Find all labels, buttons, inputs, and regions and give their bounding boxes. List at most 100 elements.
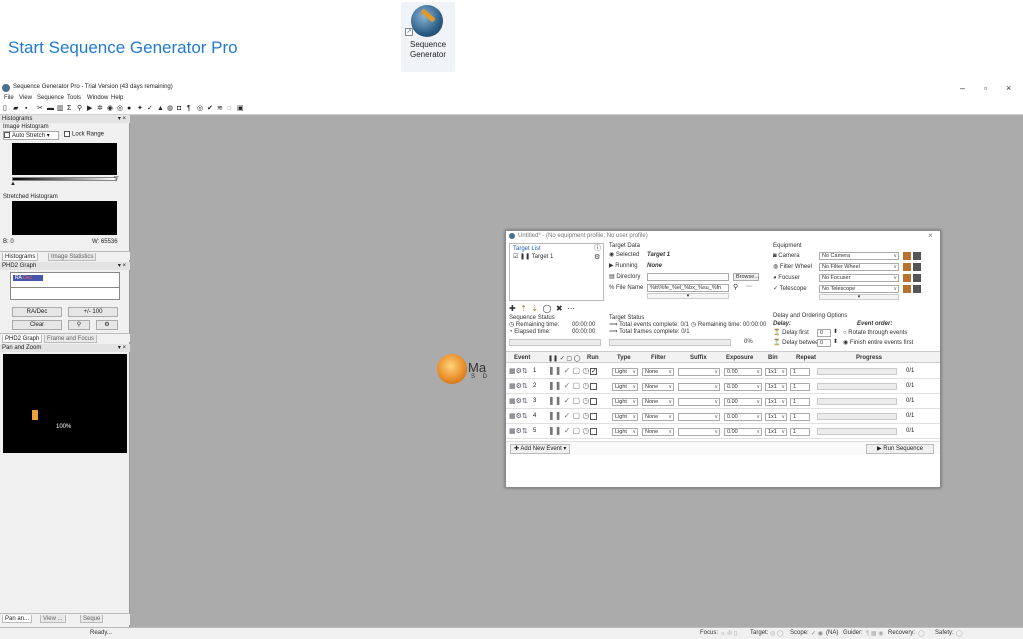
more-target-icon[interactable]: ⋯ <box>567 304 575 313</box>
event-row-icons[interactable]: ▦⚙⇅ <box>509 367 528 375</box>
filter-icon[interactable]: ● <box>127 105 131 113</box>
tab-image-statistics[interactable]: Image Statistics <box>48 253 97 261</box>
rotator-icon[interactable]: ◘ <box>177 105 181 113</box>
tab-phd2-graph[interactable]: PHD2 Graph <box>2 335 43 343</box>
table-row[interactable]: ▦⚙⇅ 1 ❚❚ ✓ ▢ ◷ ✓ Light None 0.00 1x1 1 0… <box>506 364 940 379</box>
move-down-icon[interactable]: ⇣ <box>531 304 538 313</box>
table-row[interactable]: ▦⚙⇅ 4 ❚❚ ✓ ▢ ◷ Light None 0.00 1x1 1 0/1 <box>506 409 940 424</box>
type-select[interactable]: Light <box>612 428 638 436</box>
filter-wheel-settings-icon[interactable] <box>913 263 921 271</box>
add-target-icon[interactable]: ✚ <box>509 304 516 313</box>
type-select[interactable]: Light <box>612 413 638 421</box>
copy-target-icon[interactable]: ◯ <box>542 304 551 313</box>
suffix-select[interactable] <box>678 368 720 376</box>
sequence-generator-desktop-icon[interactable]: ↗ Sequence Generator <box>401 2 455 72</box>
telescope-connect-icon[interactable] <box>903 285 911 293</box>
browse-button[interactable]: Browse... <box>733 273 759 281</box>
lock-range-checkbox[interactable]: Lock Range <box>64 131 104 138</box>
tools-icon[interactable]: ✂ <box>37 105 43 113</box>
event-toggle-icons[interactable]: ❚❚ ✓ ▢ ◷ <box>548 381 589 390</box>
exposure-select[interactable]: 0.00 <box>724 413 762 421</box>
suffix-select[interactable] <box>678 383 720 391</box>
run-sequence-button[interactable]: ▶ Run Sequence <box>866 444 934 454</box>
suffix-select[interactable] <box>678 398 720 406</box>
bin-select[interactable]: 1x1 <box>765 428 787 436</box>
bin-select[interactable]: 1x1 <box>765 368 787 376</box>
filename-more-button[interactable]: ⋯ <box>746 284 752 291</box>
directory-input[interactable] <box>647 273 729 281</box>
camera-settings-icon[interactable] <box>913 252 921 260</box>
repeat-input[interactable]: 1 <box>790 383 810 391</box>
filter-select[interactable]: None <box>642 428 674 436</box>
event-row-icons[interactable]: ▦⚙⇅ <box>509 427 528 435</box>
settings-button[interactable]: ⚙ <box>96 320 118 330</box>
event-toggle-icons[interactable]: ❚❚ ✓ ▢ ◷ <box>548 366 589 375</box>
focuser-connect-icon[interactable] <box>903 274 911 282</box>
menu-window[interactable]: Window <box>87 95 108 101</box>
filter-select[interactable]: None <box>642 398 674 406</box>
type-select[interactable]: Light <box>612 383 638 391</box>
panel-controls[interactable]: ▾ × <box>118 115 126 123</box>
repeat-input[interactable]: 1 <box>790 368 810 376</box>
target-icon[interactable]: ✲ <box>97 105 103 113</box>
add-new-event-button[interactable]: ✚ Add New Event ▾ <box>510 444 571 454</box>
bin-select[interactable]: 1x1 <box>765 413 787 421</box>
chart-icon[interactable]: ▥ <box>57 105 64 113</box>
delete-target-icon[interactable]: ✖ <box>556 304 563 313</box>
exposure-select[interactable]: 0.00 <box>724 368 762 376</box>
finish-events-radio[interactable]: ◉ Finish entire events first <box>843 340 913 347</box>
target-list-item[interactable]: ☑ ❚❚ Target 1 <box>513 254 553 261</box>
tab-frame-and-focus[interactable]: Frame and Focus <box>44 335 98 343</box>
menu-help[interactable]: Help <box>111 95 123 101</box>
focuser-settings-icon[interactable] <box>913 274 921 282</box>
telescope-settings-icon[interactable] <box>913 285 921 293</box>
tab-sequence[interactable]: Seque <box>80 615 104 623</box>
repeat-input[interactable]: 1 <box>790 428 810 436</box>
guide-icon[interactable]: ¶ <box>187 105 191 113</box>
type-select[interactable]: Light <box>612 398 638 406</box>
auto-stretch-dropdown[interactable]: Auto Stretch ▾ <box>3 131 59 140</box>
event-row-icons[interactable]: ▦⚙⇅ <box>509 412 528 420</box>
camera-select[interactable]: No Camera <box>819 252 899 260</box>
delay-between-input[interactable]: 0 <box>817 339 831 347</box>
menu-view[interactable]: View <box>19 95 32 101</box>
suffix-select[interactable] <box>678 428 720 436</box>
bin-select[interactable]: 1x1 <box>765 383 787 391</box>
plate-icon[interactable]: ✦ <box>137 105 143 113</box>
run-checkbox[interactable] <box>590 398 597 405</box>
suffix-select[interactable] <box>678 413 720 421</box>
event-row-icons[interactable]: ▦⚙⇅ <box>509 382 528 390</box>
focuser-select[interactable]: No Focuser <box>819 274 899 282</box>
sigma-icon[interactable]: Σ <box>67 105 71 113</box>
telescope-select[interactable]: No Telescope <box>819 285 899 293</box>
clear-button[interactable]: Clear <box>12 320 62 330</box>
black-point-marker[interactable]: ▲ <box>10 181 16 187</box>
filename-input[interactable]: %tt\%fe_%el_%bx_%su_%fn <box>647 284 729 292</box>
camera-icon[interactable]: ◎ <box>117 105 123 113</box>
table-row[interactable]: ▦⚙⇅ 5 ❚❚ ✓ ▢ ◷ Light None 0.00 1x1 1 0/1 <box>506 424 940 439</box>
equipment-expand[interactable]: ▾ <box>819 294 899 300</box>
safety-icon[interactable]: ✔ <box>207 105 213 113</box>
run-checkbox[interactable] <box>590 428 597 435</box>
type-select[interactable]: Light <box>612 368 638 376</box>
telescope-icon[interactable]: ✓ <box>147 105 153 113</box>
settings-icon[interactable]: ◌ <box>227 105 231 113</box>
filename-pattern-icon[interactable]: ⚲ <box>733 284 738 291</box>
repeat-input[interactable]: 1 <box>790 398 810 406</box>
exposure-select[interactable]: 0.00 <box>724 383 762 391</box>
target-data-expand[interactable]: ▾ <box>647 293 729 299</box>
sequence-close-button[interactable]: × <box>928 232 933 240</box>
delay-first-input[interactable]: 0 <box>817 329 831 337</box>
tab-histograms[interactable]: Histograms <box>2 253 39 261</box>
tab-pan-and-zoom[interactable]: Pan an... <box>2 615 33 623</box>
panel-controls[interactable]: ▾ × <box>118 344 126 352</box>
panel-controls[interactable]: ▾ × <box>118 262 126 270</box>
histogram-range-slider[interactable] <box>12 177 117 181</box>
rotate-events-radio[interactable]: ○ Rotate through events <box>843 330 907 337</box>
save-icon[interactable]: ▪ <box>25 105 27 113</box>
filter-wheel-connect-icon[interactable] <box>903 263 911 271</box>
radec-button[interactable]: RA/Dec <box>12 307 62 317</box>
run-checkbox[interactable]: ✓ <box>590 368 597 375</box>
focus-icon[interactable]: ◉ <box>107 105 113 113</box>
event-toggle-icons[interactable]: ❚❚ ✓ ▢ ◷ <box>548 426 589 435</box>
